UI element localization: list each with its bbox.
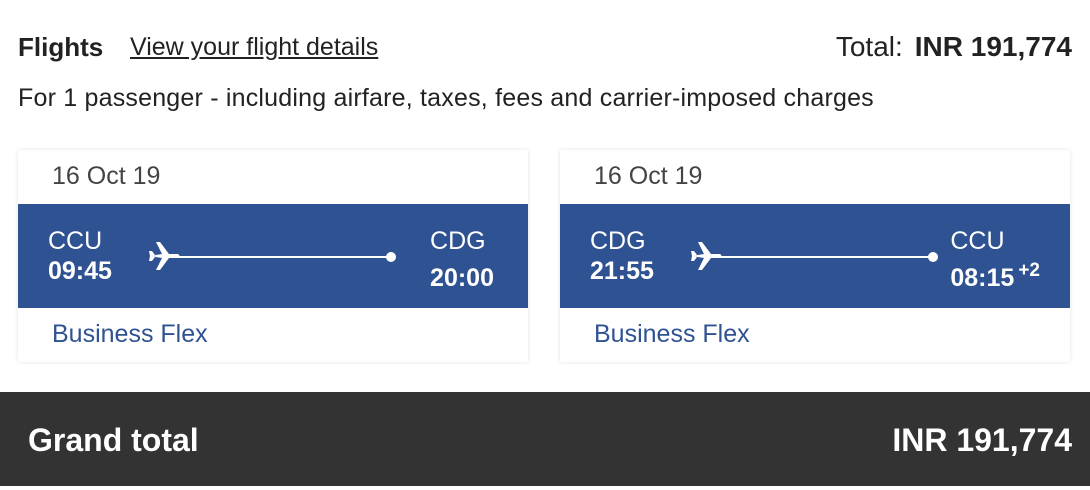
destination-code: CDG bbox=[430, 227, 486, 255]
route-endpoint bbox=[386, 252, 396, 262]
arrival-time: 20:00 bbox=[430, 256, 498, 293]
fare-type-link[interactable]: Business Flex bbox=[52, 320, 208, 349]
route-path bbox=[176, 256, 390, 258]
departure-time: 09:45 bbox=[48, 257, 112, 285]
destination: CDG 20:00 bbox=[430, 226, 498, 293]
arrival-time-value: 20:00 bbox=[430, 264, 494, 292]
total-label: Total: bbox=[835, 31, 903, 62]
origin-code: CDG bbox=[590, 227, 646, 255]
view-flight-details-link[interactable]: View your flight details bbox=[130, 33, 378, 62]
route-path bbox=[718, 256, 932, 258]
passenger-note: For 1 passenger - including airfare, tax… bbox=[18, 84, 874, 112]
origin: CDG 21:55 bbox=[590, 226, 654, 286]
route-line bbox=[148, 240, 398, 272]
flight-card-outbound[interactable]: 16 Oct 19 CCU 09:45 CDG 20:00 Business F… bbox=[18, 150, 528, 362]
origin-code: CCU bbox=[48, 227, 103, 255]
origin: CCU 09:45 bbox=[48, 226, 112, 286]
total-value: INR 191,774 bbox=[914, 31, 1072, 62]
flights-header: Flights View your flight details Total: I… bbox=[18, 28, 1072, 68]
flight-date: 16 Oct 19 bbox=[52, 162, 161, 190]
flights-title: Flights bbox=[18, 32, 104, 62]
flight-route-band: CDG 21:55 CCU 08:15 +2 bbox=[560, 204, 1070, 308]
departure-time: 21:55 bbox=[590, 257, 654, 285]
grand-total-label: Grand total bbox=[28, 422, 199, 458]
route-line bbox=[690, 240, 940, 272]
day-offset: +2 bbox=[1018, 260, 1040, 281]
flight-card-return[interactable]: 16 Oct 19 CDG 21:55 CCU 08:15 +2 Business… bbox=[560, 150, 1070, 362]
grand-total-value: INR 191,774 bbox=[892, 422, 1072, 458]
destination: CCU 08:15 +2 bbox=[950, 226, 1040, 293]
grand-total-bar: Grand total INR 191,774 bbox=[0, 392, 1090, 486]
route-endpoint bbox=[928, 252, 938, 262]
arrival-time: 08:15 +2 bbox=[950, 256, 1040, 293]
total-price: Total: INR 191,774 bbox=[836, 31, 1072, 63]
flight-summary-page: Flights View your flight details Total: I… bbox=[0, 0, 1090, 490]
destination-code: CCU bbox=[950, 227, 1005, 255]
arrival-time-value: 08:15 bbox=[950, 264, 1015, 292]
fare-type-link[interactable]: Business Flex bbox=[594, 320, 750, 349]
flight-route-band: CCU 09:45 CDG 20:00 bbox=[18, 204, 528, 308]
flight-date: 16 Oct 19 bbox=[594, 162, 703, 190]
